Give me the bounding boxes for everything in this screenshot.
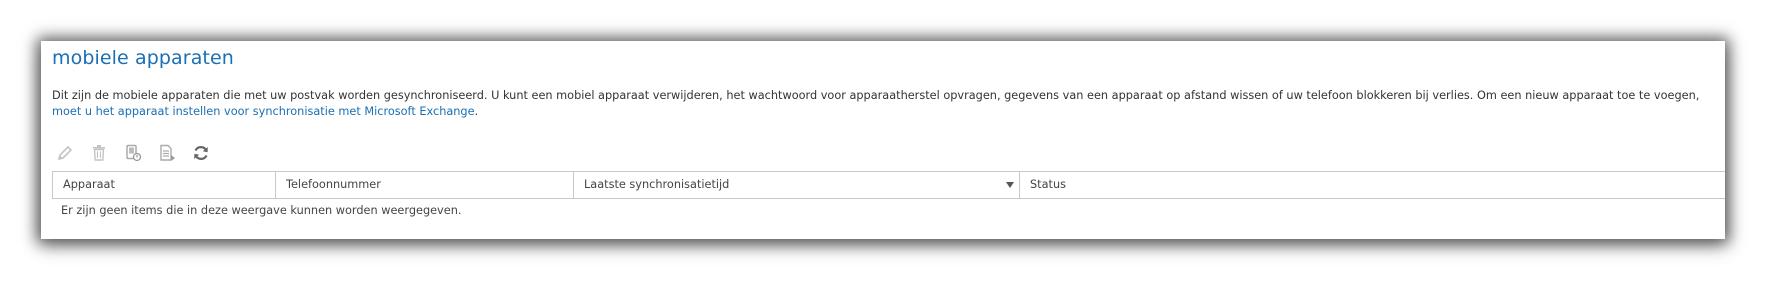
page-title: mobiele apparaten	[52, 47, 234, 69]
description-text: Dit zijn de mobiele apparaten die met uw…	[52, 89, 1700, 102]
details-icon[interactable]	[157, 143, 177, 163]
table-header: Apparaat Telefoonnummer Laatste synchron…	[52, 171, 1725, 199]
sort-descending-icon	[1006, 182, 1014, 188]
column-header-phone-number[interactable]: Telefoonnummer	[276, 172, 574, 198]
devices-table: Apparaat Telefoonnummer Laatste synchron…	[52, 171, 1725, 217]
column-header-device[interactable]: Apparaat	[53, 172, 276, 198]
mobile-devices-panel: mobiele apparaten Dit zijn de mobiele ap…	[41, 41, 1725, 239]
edit-icon[interactable]	[55, 143, 75, 163]
column-header-last-sync-label: Laatste synchronisatietijd	[584, 178, 730, 191]
column-header-status[interactable]: Status	[1020, 172, 1725, 198]
device-recovery-icon[interactable]	[123, 143, 143, 163]
refresh-icon[interactable]	[191, 143, 211, 163]
empty-table-message: Er zijn geen items die in deze weergave …	[61, 204, 462, 217]
description-end: .	[474, 105, 479, 118]
column-header-last-sync[interactable]: Laatste synchronisatietijd	[574, 172, 1020, 198]
delete-icon[interactable]	[89, 143, 109, 163]
toolbar	[55, 143, 225, 163]
page-description: Dit zijn de mobiele apparaten die met uw…	[52, 88, 1712, 120]
exchange-setup-link[interactable]: moet u het apparaat instellen voor synch…	[52, 105, 475, 118]
